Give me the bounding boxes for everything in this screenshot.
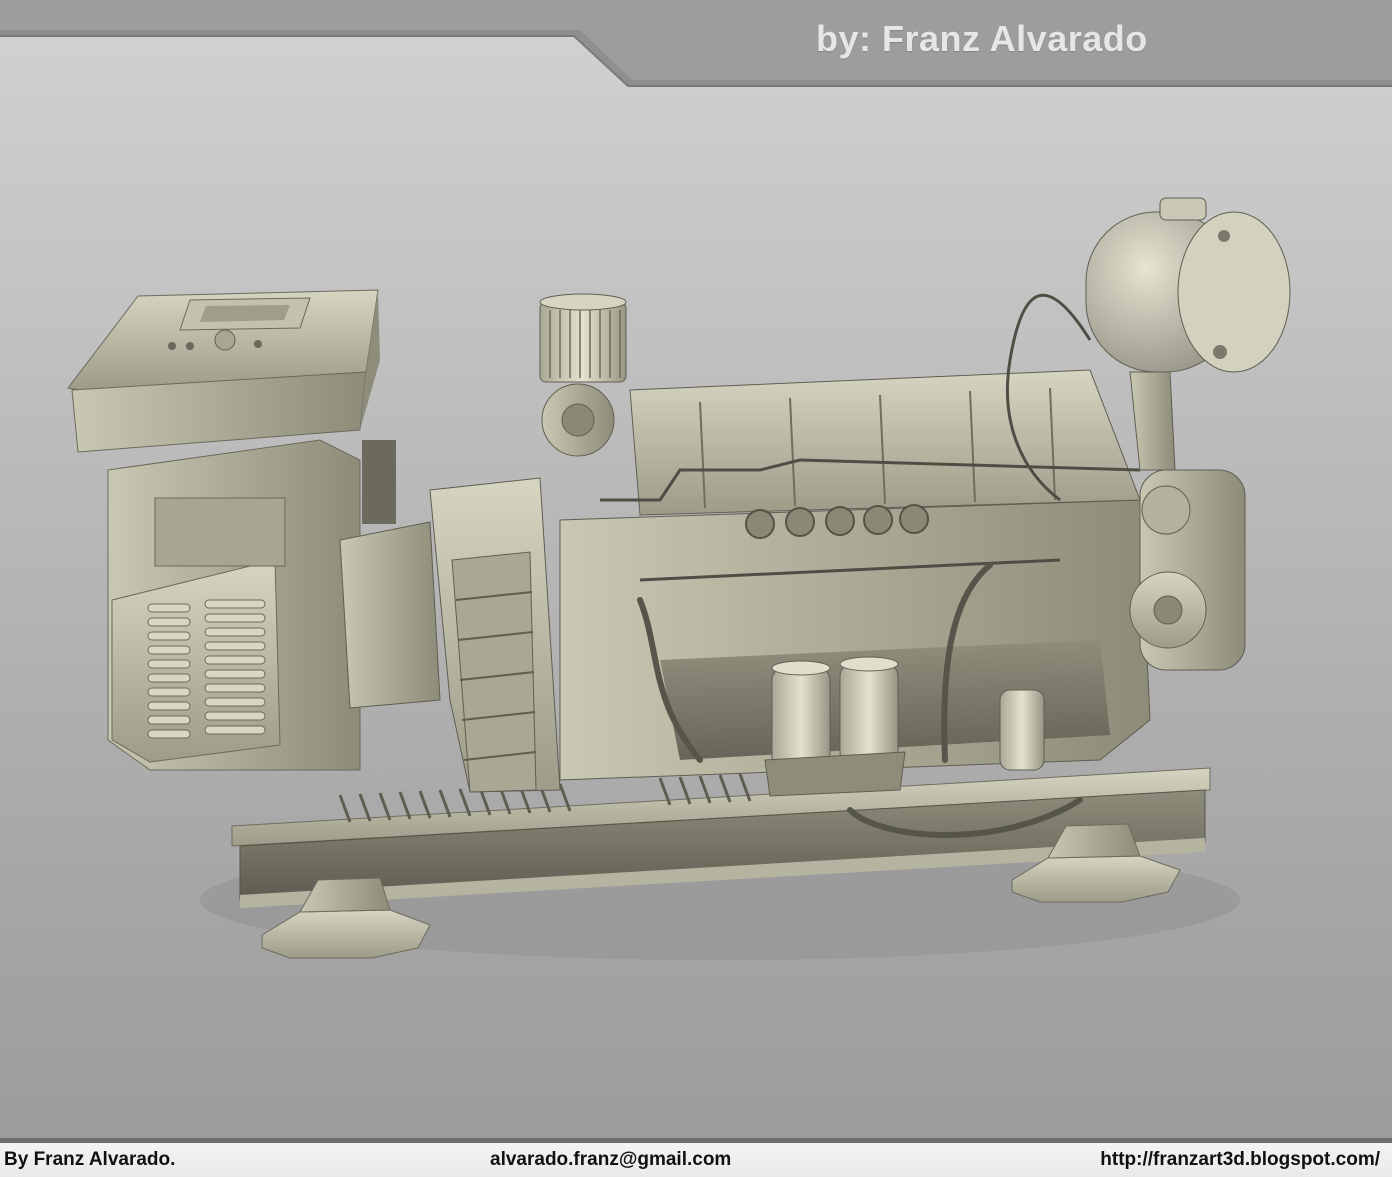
footer-email[interactable]: alvarado.franz@gmail.com — [490, 1149, 731, 1171]
air-filter — [539, 293, 627, 457]
flywheel-housing — [339, 477, 561, 793]
front-pulley — [1129, 469, 1246, 671]
footer-author: By Franz Alvarado. — [4, 1149, 176, 1170]
footer-bar: By Franz Alvarado. alvarado.franz@gmail.… — [0, 1138, 1392, 1177]
alternator-housing — [67, 289, 396, 771]
footer-website[interactable]: http://franzart3d.blogspot.com/ — [1100, 1149, 1380, 1171]
generator-render — [67, 197, 1291, 960]
